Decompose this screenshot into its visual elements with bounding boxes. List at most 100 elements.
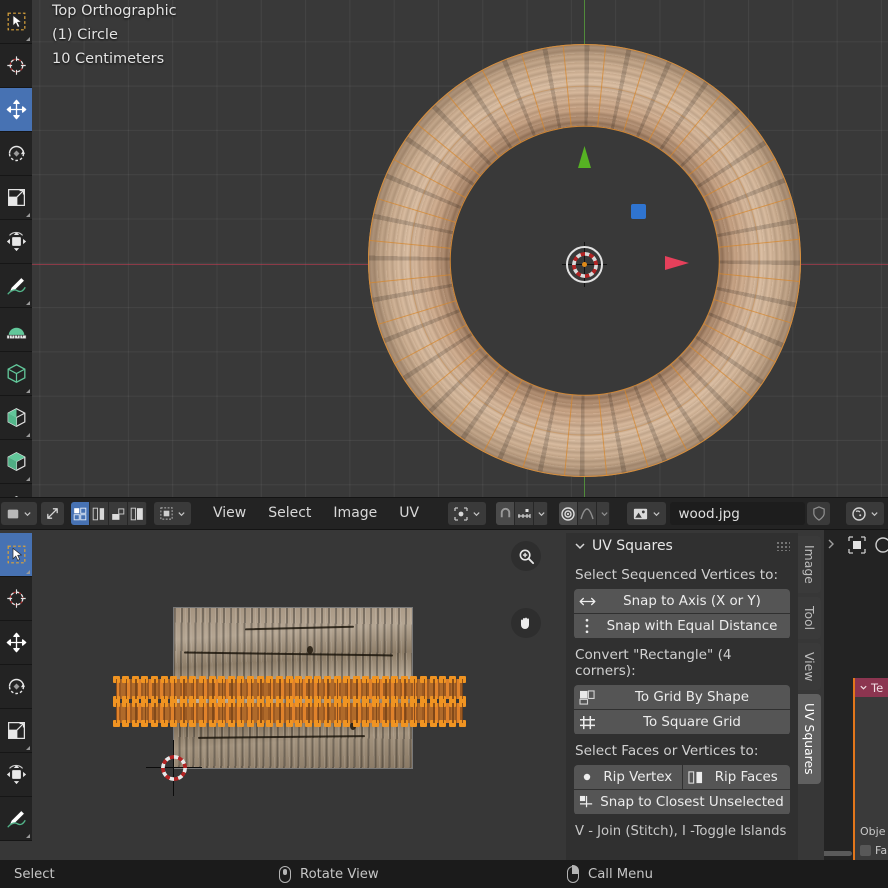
fake-user-button[interactable] [807,502,830,525]
uv-tool-transform[interactable] [0,753,32,797]
uv-tool-annotate[interactable] [0,797,32,841]
uv-editor-header[interactable]: View Select Image UV wood.jpg [0,497,888,530]
right-editor-stub[interactable]: Te Obje Fa [824,530,888,860]
move-gizmo-handle[interactable] [631,204,646,219]
image-browse-dropdown[interactable] [627,502,667,525]
split-faces-icon [683,770,709,785]
panel-tab-uv-squares[interactable]: UV Squares [798,694,821,784]
panel-header[interactable]: UV Squares [566,533,798,559]
menu-image[interactable]: Image [322,502,388,525]
mini-panel-row[interactable]: Fa [860,844,887,857]
snap-closest-unselected-button[interactable]: Snap to Closest Unselected [574,790,790,814]
viewport-tool-rotate[interactable] [0,132,32,176]
grip-dots-icon[interactable] [776,541,790,551]
horizontal-scrollbar[interactable] [824,851,852,856]
pivot-point-dropdown[interactable] [448,502,487,525]
snap-to-axis-button[interactable]: Snap to Axis (X or Y) [574,589,790,613]
viewport-tool-tweak-select-box[interactable] [0,0,32,44]
viewport-tool-move[interactable] [0,88,32,132]
frame-square-icon[interactable] [848,536,866,554]
display-mode-dropdown[interactable] [846,502,884,525]
panel-tab-image[interactable]: Image [798,536,821,593]
editor-type-dropdown[interactable] [1,502,37,525]
viewport-tool-annotate[interactable] [0,264,32,308]
snap-target-button[interactable] [515,502,535,525]
tool-expand-corner[interactable] [26,834,30,838]
uv-select-mode-edge[interactable] [90,502,109,525]
chevron-down-icon[interactable] [574,540,586,552]
uv-edge [183,703,185,723]
panel-tabs[interactable]: Image Tool View UV Squares [798,536,824,788]
uv-tool-scale[interactable] [0,709,32,753]
viewport-info-overlay: Top Orthographic (1) Circle 10 Centimete… [52,0,177,71]
snap-magnet-button[interactable] [496,502,516,525]
menu-select[interactable]: Select [257,502,322,525]
falloff-dropdown[interactable] [596,502,611,525]
3d-viewport[interactable]: Top Orthographic (1) Circle 10 Centimete… [0,0,888,497]
mini-panel-header[interactable]: Te [855,678,888,697]
to-grid-by-shape-button[interactable]: To Grid By Shape [574,685,790,709]
tool-expand-corner[interactable] [26,213,30,217]
panel-tab-view[interactable]: View [798,642,821,691]
circle-outline-icon[interactable] [874,536,888,554]
tool-expand-corner[interactable] [26,477,30,481]
uv-edge [231,679,233,699]
uv-island-bottom[interactable] [112,699,466,727]
viewport-tool-cursor[interactable] [0,44,32,88]
group-faces: Rip Vertex Rip Faces Snap to Closest Uns… [574,765,790,815]
uv-tool-rotate[interactable] [0,665,32,709]
uv-edge [250,703,252,723]
viewport-tool-extrude-region[interactable] [0,396,32,440]
tool-expand-corner[interactable] [26,433,30,437]
uv-select-mode-group[interactable] [71,502,147,525]
uv-edge [308,679,310,699]
chevron-down-icon [871,512,878,517]
proportional-edit-button[interactable] [558,502,578,525]
uv-edge [385,703,387,723]
falloff-button[interactable] [577,502,597,525]
uv-tool-tweak-select-box[interactable] [0,533,32,577]
uv-squares-panel[interactable]: UV Squares Select Sequenced Vertices to:… [566,533,798,860]
menu-view[interactable]: View [202,502,257,525]
proportional-edit-group[interactable] [558,502,611,525]
sticky-selection-dropdown[interactable] [153,502,191,525]
tool-expand-corner[interactable] [26,746,30,750]
uv-select-mode-face[interactable] [109,502,128,525]
snap-group[interactable] [496,502,548,525]
rip-faces-button[interactable]: Rip Faces [682,765,790,789]
uv-editor-toolbar[interactable] [0,533,32,841]
viewport-tool-add-cube[interactable] [0,352,32,396]
tool-expand-corner[interactable] [26,301,30,305]
snap-equal-distance-button[interactable]: Snap with Equal Distance [574,614,790,638]
checkbox-icon[interactable] [860,845,871,856]
chevron-down-icon [538,512,546,517]
uv-edge [154,679,156,699]
tool-expand-corner[interactable] [26,37,30,41]
viewport-tool-measure[interactable] [0,308,32,352]
image-name-field[interactable]: wood.jpg [670,502,805,525]
viewport-tool-bevel[interactable] [0,484,32,497]
rip-vertex-button[interactable]: Rip Vertex [574,765,682,789]
uv-select-mode-island[interactable] [128,502,147,525]
snap-dropdown[interactable] [534,502,548,525]
uv-island-top[interactable] [112,675,466,703]
viewport-tool-inset-faces[interactable] [0,440,32,484]
pan-gizmo[interactable] [511,608,541,638]
uv-sync-selection-button[interactable] [41,502,64,525]
to-square-grid-button[interactable]: To Square Grid [574,710,790,734]
uv-tool-cursor[interactable] [0,577,32,621]
tool-expand-corner[interactable] [26,570,30,574]
shield-icon [812,506,825,521]
properties-mini-panel[interactable]: Te Obje Fa [853,678,888,860]
viewport-tool-scale[interactable] [0,176,32,220]
menu-uv[interactable]: UV [388,502,430,525]
tool-expand-corner[interactable] [26,389,30,393]
panel-tab-tool[interactable]: Tool [798,596,821,639]
zoom-gizmo[interactable] [511,541,541,571]
uv-select-mode-vertex[interactable] [71,502,90,525]
uv-vertex-icon [73,507,87,520]
viewport-tool-transform[interactable] [0,220,32,264]
uv-tool-move[interactable] [0,621,32,665]
viewport-toolbar[interactable] [0,0,32,497]
chevron-right-icon[interactable] [826,538,836,550]
